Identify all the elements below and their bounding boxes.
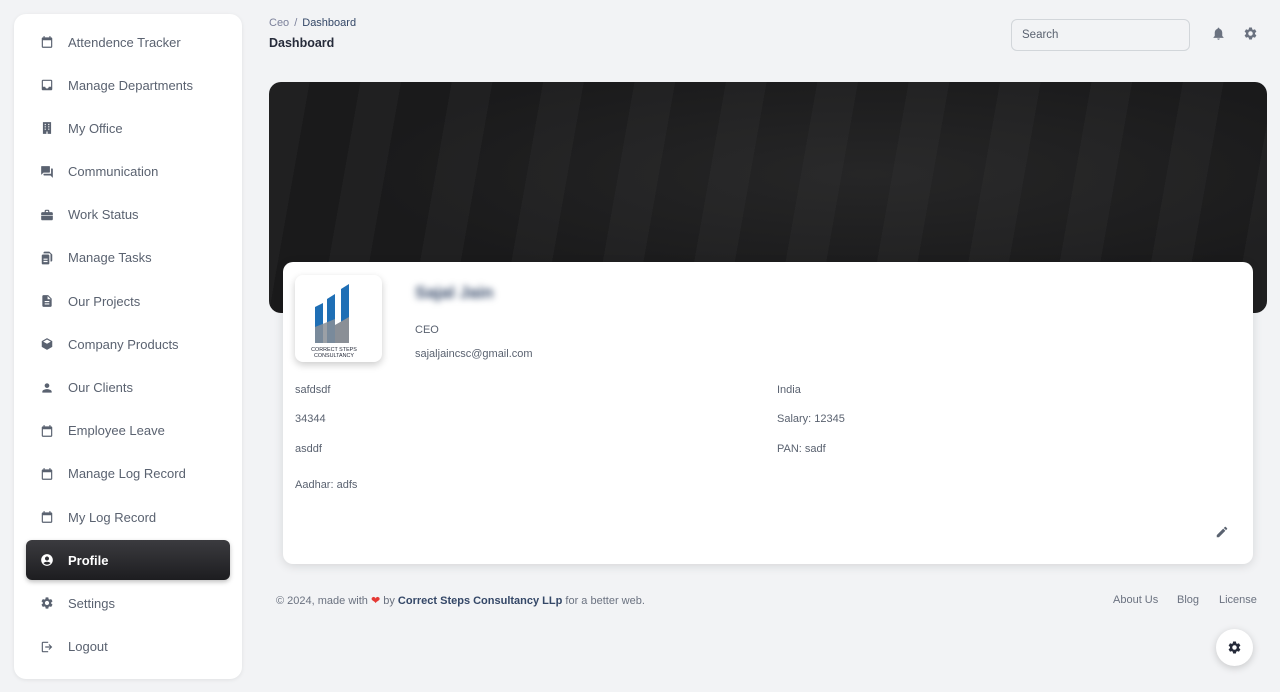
sidebar-item-label: Settings (68, 595, 115, 611)
calendar-icon (40, 510, 54, 524)
sidebar-item-label: My Office (68, 120, 123, 136)
sidebar-item-label: My Log Record (68, 509, 157, 525)
footer-suffix: for a better web. (565, 595, 645, 607)
sidebar-item-our-clients[interactable]: Our Clients (26, 368, 230, 408)
footer-link-blog[interactable]: Blog (1177, 594, 1199, 606)
breadcrumb-current: Dashboard (302, 17, 357, 29)
calendar-icon (40, 424, 54, 438)
page-title: Dashboard (269, 36, 335, 50)
building-icon (40, 121, 54, 135)
sidebar-item-manage-departments[interactable]: Manage Departments (26, 65, 230, 105)
sidebar-item-manage-tasks[interactable]: Manage Tasks (26, 238, 230, 278)
sidebar-item-label: Manage Log Record (68, 466, 186, 482)
account-circle-icon (40, 553, 54, 567)
box-icon (40, 337, 54, 351)
sidebar-item-logout[interactable]: Logout (26, 627, 230, 667)
calendar-icon (40, 35, 54, 49)
gear-icon (40, 596, 54, 610)
breadcrumb-separator: / (294, 17, 298, 29)
gear-icon (1227, 640, 1242, 655)
search-input[interactable] (1011, 19, 1190, 51)
sidebar-item-settings[interactable]: Settings (26, 583, 230, 623)
profile-field-pan: PAN: sadf (777, 443, 826, 455)
breadcrumb-root[interactable]: Ceo (269, 17, 289, 29)
sidebar-item-label: Logout (68, 639, 108, 655)
sidebar-item-my-log-record[interactable]: My Log Record (26, 497, 230, 537)
sidebar-item-label: Communication (68, 164, 159, 180)
company-logo: CORRECT STEPS CONSULTANCY (295, 275, 382, 362)
sidebar-item-label: Manage Departments (68, 77, 194, 93)
sidebar-item-communication[interactable]: Communication (26, 152, 230, 192)
briefcase-icon (40, 208, 54, 222)
sidebar-item-profile[interactable]: Profile (26, 540, 230, 581)
logout-icon (40, 640, 54, 654)
bell-icon[interactable] (1211, 26, 1227, 42)
sidebar-item-my-office[interactable]: My Office (26, 108, 230, 148)
gear-icon[interactable] (1243, 26, 1259, 42)
sidebar-item-company-products[interactable]: Company Products (26, 324, 230, 364)
sidebar: Attendence Tracker Manage Departments My O… (14, 14, 242, 679)
footer-credit: © 2024, made with ❤ by Correct Steps Con… (276, 594, 645, 607)
calendar-icon (40, 467, 54, 481)
footer-brand-link[interactable]: Correct Steps Consultancy LLp (398, 595, 562, 607)
inbox-icon (40, 78, 54, 92)
sidebar-item-our-projects[interactable]: Our Projects (26, 281, 230, 321)
sidebar-item-label: Our Clients (68, 380, 134, 395)
person-icon (40, 381, 54, 395)
sidebar-item-label: Attendence Tracker (68, 34, 181, 50)
profile-role: CEO (415, 324, 439, 336)
settings-fab-button[interactable] (1216, 629, 1253, 666)
sidebar-item-label: Work Status (68, 207, 139, 223)
footer-link-license[interactable]: License (1219, 594, 1257, 606)
sidebar-item-employee-leave[interactable]: Employee Leave (26, 411, 230, 451)
edit-icon[interactable] (1215, 525, 1229, 539)
footer-link-about[interactable]: About Us (1113, 594, 1158, 606)
forum-icon (40, 165, 54, 179)
footer-by: by (383, 595, 395, 607)
sidebar-item-label: Our Projects (68, 293, 141, 309)
profile-field-other: asddf (295, 443, 322, 455)
profile-card: CORRECT STEPS CONSULTANCY Sajal Jain CEO… (283, 262, 1253, 564)
footer-prefix: © 2024, made with (276, 595, 368, 607)
heart-icon: ❤ (370, 595, 381, 607)
profile-field-country: India (777, 384, 801, 396)
profile-name: Sajal Jain (415, 283, 494, 302)
sidebar-item-manage-log-record[interactable]: Manage Log Record (26, 454, 230, 494)
breadcrumb: Ceo / Dashboard (269, 17, 356, 29)
profile-field-phone: 34344 (295, 413, 326, 425)
sidebar-item-label: Profile (68, 552, 109, 568)
profile-field-aadhar: Aadhar: adfs (295, 479, 358, 491)
sidebar-item-label: Company Products (68, 336, 179, 352)
sidebar-item-work-status[interactable]: Work Status (26, 195, 230, 235)
sidebar-item-attendence-tracker[interactable]: Attendence Tracker (26, 22, 230, 62)
document-icon (40, 294, 54, 308)
logo-text-line2: CONSULTANCY (314, 353, 354, 359)
sidebar-item-label: Employee Leave (68, 423, 165, 439)
sidebar-item-label: Manage Tasks (68, 250, 152, 266)
profile-field-address: safdsdf (295, 384, 331, 396)
profile-email: sajaljaincsc@gmail.com (415, 348, 533, 360)
profile-field-salary: Salary: 12345 (777, 413, 845, 425)
tasks-icon (40, 251, 54, 265)
